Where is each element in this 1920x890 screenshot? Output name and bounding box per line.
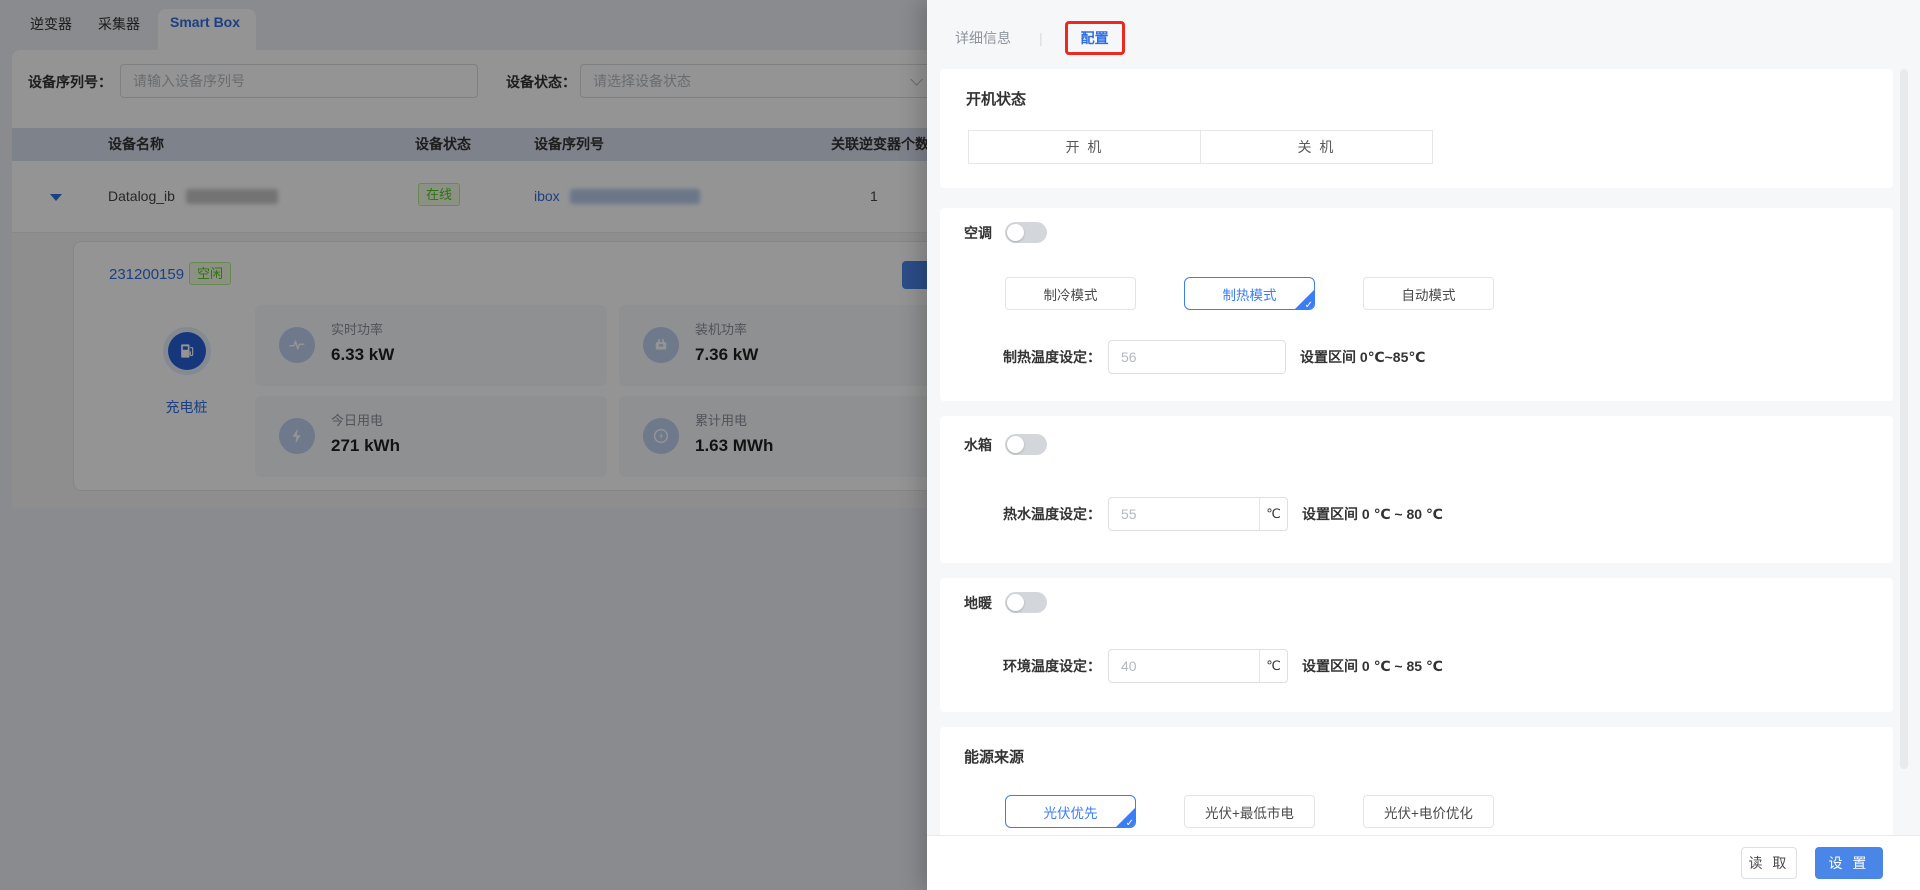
screen: 逆变器 采集器 Smart Box 设备序列号： 请输入设备序列号 设备状态： … (0, 0, 1920, 890)
floor-temp-row: 环境温度设定： 40 ℃ 设置区间 0 ℃ ~ 85 ℃ (997, 649, 1869, 683)
ac-temp-input[interactable]: 56 (1108, 340, 1286, 374)
ac-temp-label: 制热温度设定： (997, 347, 1101, 367)
ac-title: 空调 (964, 223, 992, 243)
floor-range-hint: 设置区间 0 ℃ ~ 85 ℃ (1302, 656, 1443, 676)
tank-card: 水箱 热水温度设定： 55 ℃ 设置区间 0 ℃ ~ 80 ℃ (940, 416, 1893, 563)
toggle-knob (1007, 436, 1024, 453)
floor-temp-value: 40 (1109, 658, 1259, 674)
power-off-button[interactable]: 关 机 (1200, 130, 1433, 164)
toggle-knob (1007, 594, 1024, 611)
selected-check-icon: ✓ (1116, 808, 1135, 827)
tank-temp-label: 热水温度设定： (997, 504, 1101, 524)
selected-check-icon: ✓ (1295, 290, 1314, 309)
floor-toggle[interactable] (1005, 592, 1047, 613)
tank-toggle[interactable] (1005, 434, 1047, 455)
ac-range-hint: 设置区间 0℃~85℃ (1300, 347, 1425, 367)
tank-header-row: 水箱 (964, 434, 1869, 455)
energy-source-title: 能源来源 (964, 746, 1869, 767)
floor-card: 地暖 环境温度设定： 40 ℃ 设置区间 0 ℃ ~ 85 ℃ (940, 578, 1893, 712)
floor-header-row: 地暖 (964, 592, 1869, 613)
floor-title: 地暖 (964, 593, 992, 613)
tank-range-hint: 设置区间 0 ℃ ~ 80 ℃ (1302, 504, 1443, 524)
energy-pv-first-button[interactable]: 光伏优先 ✓ (1005, 795, 1136, 828)
drawer-footer: 读 取 设 置 (927, 835, 1920, 890)
ac-mode-heat-label: 制热模式 (1223, 284, 1277, 304)
tank-title: 水箱 (964, 435, 992, 455)
ac-temp-value: 56 (1109, 349, 1285, 365)
floor-temp-input[interactable]: 40 ℃ (1108, 649, 1288, 683)
drawer-scrollbar[interactable] (1900, 69, 1908, 769)
ac-mode-auto-button[interactable]: 自动模式 (1363, 277, 1494, 310)
power-on-button[interactable]: 开 机 (968, 130, 1201, 164)
toggle-knob (1007, 224, 1024, 241)
power-state-card: 开机状态 开 机 关 机 (940, 69, 1893, 188)
energy-mode-row: 光伏优先 ✓ 光伏+最低市电 光伏+电价优化 (1005, 795, 1869, 828)
tank-temp-input[interactable]: 55 ℃ (1108, 497, 1288, 531)
tank-temp-value: 55 (1109, 506, 1259, 522)
ac-toggle[interactable] (1005, 222, 1047, 243)
ac-mode-cool-button[interactable]: 制冷模式 (1005, 277, 1136, 310)
ac-mode-row: 制冷模式 制热模式 ✓ 自动模式 (1005, 277, 1869, 310)
energy-pv-min-grid-button[interactable]: 光伏+最低市电 (1184, 795, 1315, 828)
energy-pv-first-label: 光伏优先 (1044, 802, 1098, 822)
drawer-tab-details[interactable]: 详细信息 (955, 28, 1011, 48)
floor-temp-label: 环境温度设定： (997, 656, 1101, 676)
config-drawer: 详细信息 | 配置 开机状态 开 机 关 机 空调 制冷模式 制热模式 (927, 0, 1920, 890)
read-button[interactable]: 读 取 (1741, 847, 1797, 879)
celsius-unit: ℃ (1259, 650, 1287, 682)
drawer-tab-config[interactable]: 配置 (1081, 30, 1109, 46)
set-button[interactable]: 设 置 (1815, 847, 1883, 879)
ac-card: 空调 制冷模式 制热模式 ✓ 自动模式 制热温度设定： 56 设置区间 0℃~8… (940, 208, 1893, 401)
tank-temp-row: 热水温度设定： 55 ℃ 设置区间 0 ℃ ~ 80 ℃ (997, 497, 1869, 531)
ac-mode-heat-button[interactable]: 制热模式 ✓ (1184, 277, 1315, 310)
power-state-buttons: 开 机 关 机 (968, 130, 1867, 164)
config-tab-highlight-box: 配置 (1065, 21, 1125, 55)
energy-pv-price-opt-button[interactable]: 光伏+电价优化 (1363, 795, 1494, 828)
drawer-tab-separator: | (1039, 30, 1043, 46)
drawer-tabbar: 详细信息 | 配置 (955, 20, 1125, 56)
ac-header-row: 空调 (964, 222, 1869, 243)
ac-temp-row: 制热温度设定： 56 设置区间 0℃~85℃ (997, 340, 1869, 374)
celsius-unit: ℃ (1259, 498, 1287, 530)
power-state-title: 开机状态 (966, 88, 1867, 109)
